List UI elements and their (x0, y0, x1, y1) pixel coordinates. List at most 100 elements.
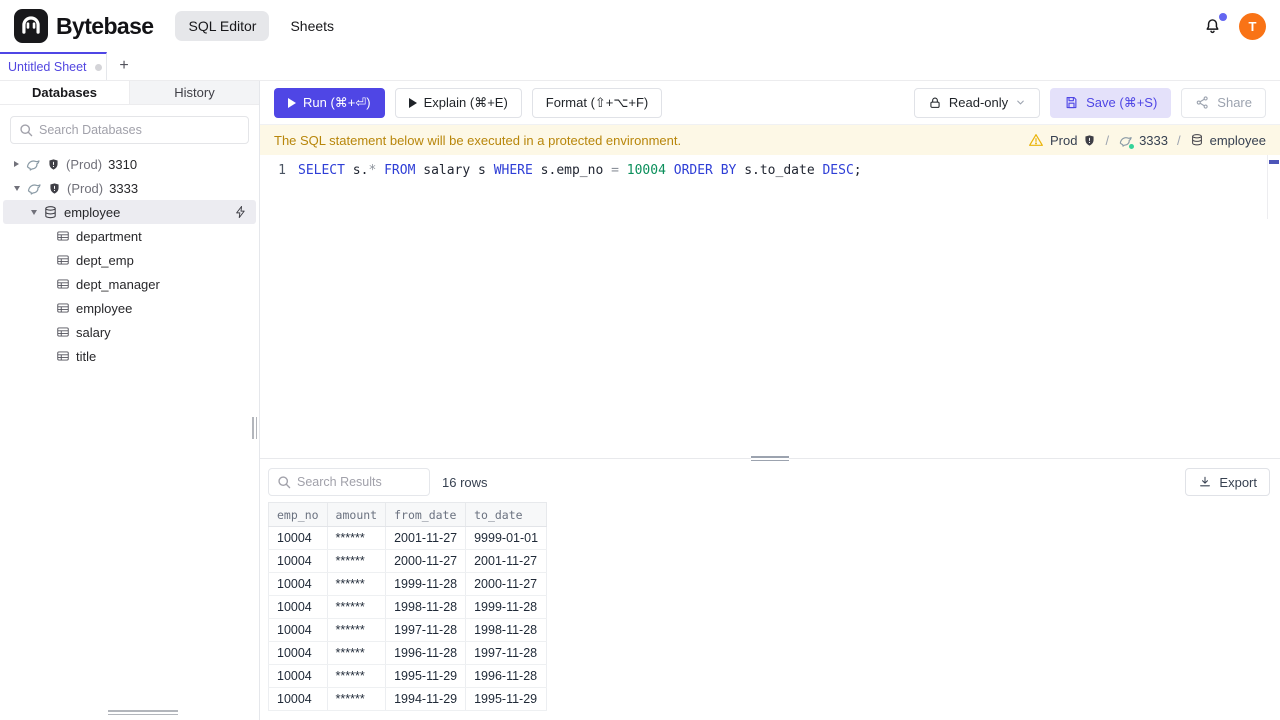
instance-label[interactable]: 3333 (1139, 133, 1168, 148)
table-cell[interactable]: 1995-11-29 (465, 687, 548, 711)
table-cell[interactable]: 1997-11-28 (385, 618, 467, 642)
table-cell[interactable]: 2001-11-27 (385, 526, 467, 550)
notifications-button[interactable] (1202, 12, 1227, 37)
chevron-down-icon (1015, 97, 1026, 108)
avatar[interactable]: T (1239, 12, 1266, 40)
table-cell[interactable]: 1999-11-28 (465, 595, 548, 619)
database-label[interactable]: employee (1210, 133, 1266, 148)
table-row[interactable]: 10004 ****** 2001-11-27 9999-01-01 (268, 526, 548, 550)
explain-button[interactable]: Explain (⌘+E) (394, 87, 522, 118)
warning-icon (1028, 132, 1044, 148)
caret-down-icon[interactable] (31, 209, 37, 215)
editor-minimap[interactable] (1267, 155, 1280, 219)
table-cell[interactable]: 2000-11-27 (465, 572, 548, 596)
shield-alert-icon (1083, 134, 1096, 147)
table-cell[interactable]: 10004 (268, 687, 328, 711)
column-header[interactable]: amount (326, 502, 387, 527)
tree-table-employee[interactable]: employee (0, 296, 259, 320)
table-cell[interactable]: ****** (326, 572, 387, 596)
mysql-icon (26, 180, 42, 196)
table-cell[interactable]: 1996-11-28 (385, 641, 467, 665)
table-cell[interactable]: 1998-11-28 (385, 595, 467, 619)
sidebar-resize-handle[interactable] (252, 417, 258, 439)
table-cell[interactable]: 1997-11-28 (465, 641, 548, 665)
new-sheet-button[interactable]: + (107, 52, 141, 80)
tab-untitled-sheet[interactable]: Untitled Sheet (0, 52, 107, 80)
table-cell[interactable]: 1999-11-28 (385, 572, 467, 596)
tree-instance-3310[interactable]: (Prod) 3310 (0, 152, 259, 176)
sql-editor-pane[interactable]: 1 SELECT s.* FROM salary s WHERE s.emp_n… (260, 155, 1280, 458)
table-cell[interactable]: ****** (326, 664, 387, 688)
column-header[interactable]: to_date (465, 502, 548, 527)
table-cell[interactable]: ****** (326, 526, 387, 550)
tree-table-dept_manager[interactable]: dept_manager (0, 272, 259, 296)
table-row[interactable]: 10004 ****** 1997-11-28 1998-11-28 (268, 618, 548, 642)
table-row[interactable]: 10004 ****** 1996-11-28 1997-11-28 (268, 641, 548, 665)
save-button[interactable]: Save (⌘+S) (1050, 87, 1172, 118)
tree-table-salary[interactable]: salary (0, 320, 259, 344)
lightning-icon[interactable] (234, 205, 248, 219)
sql-statement[interactable]: SELECT s.* FROM salary s WHERE s.emp_no … (298, 161, 862, 180)
table-cell[interactable]: 2000-11-27 (385, 549, 467, 573)
results-table: emp_no amount from_date to_date 10004 ******… (268, 502, 1280, 720)
search-results-input[interactable] (268, 468, 430, 496)
results-resize-handle[interactable] (751, 455, 789, 462)
tree-instance-3333[interactable]: (Prod) 3333 (0, 176, 259, 200)
tree-table-title[interactable]: title (0, 344, 259, 368)
nav-sql-editor[interactable]: SQL Editor (175, 11, 270, 41)
nav-sheets[interactable]: Sheets (277, 11, 347, 41)
code-line[interactable]: 1 SELECT s.* FROM salary s WHERE s.emp_n… (260, 155, 1280, 180)
table-cell[interactable]: 10004 (268, 526, 328, 550)
save-icon (1064, 95, 1079, 110)
tree-table-department[interactable]: department (0, 224, 259, 248)
table-cell[interactable]: 10004 (268, 549, 328, 573)
table-row[interactable]: 10004 ****** 1998-11-28 1999-11-28 (268, 595, 548, 619)
table-cell[interactable]: 1996-11-28 (465, 664, 548, 688)
table-icon (56, 349, 70, 363)
table-cell[interactable]: 1994-11-29 (385, 687, 467, 711)
table-row[interactable]: 10004 ****** 1999-11-28 2000-11-27 (268, 572, 548, 596)
tree-database-employee[interactable]: employee (3, 200, 256, 224)
sidebar-bottom-resize-handle[interactable] (108, 710, 178, 716)
tab-databases[interactable]: Databases (0, 81, 130, 104)
banner-message: The SQL statement below will be executed… (274, 132, 682, 148)
table-cell[interactable]: 2001-11-27 (465, 549, 548, 573)
environment-label[interactable]: Prod (1050, 133, 1077, 148)
table-row[interactable]: 10004 ****** 2000-11-27 2001-11-27 (268, 549, 548, 573)
bytebase-logo-icon (14, 9, 48, 43)
column-header[interactable]: from_date (385, 502, 467, 527)
database-icon (43, 205, 58, 220)
table-cell[interactable]: 10004 (268, 641, 328, 665)
table-cell[interactable]: ****** (326, 641, 387, 665)
play-icon (408, 97, 417, 108)
table-cell[interactable]: ****** (326, 618, 387, 642)
caret-right-icon[interactable] (14, 161, 19, 167)
run-button[interactable]: Run (⌘+⏎) (274, 87, 385, 118)
readonly-mode-button[interactable]: Read-only (913, 87, 1041, 118)
table-cell[interactable]: 10004 (268, 595, 328, 619)
table-row[interactable]: 10004 ****** 1994-11-29 1995-11-29 (268, 687, 548, 711)
table-cell[interactable]: 1995-11-29 (385, 664, 467, 688)
table-cell[interactable]: ****** (326, 549, 387, 573)
table-cell[interactable]: 1998-11-28 (465, 618, 548, 642)
search-databases-input[interactable] (10, 116, 249, 144)
database-tree: (Prod) 3310 (Prod) 3333 employee departm… (0, 152, 259, 720)
table-cell[interactable]: 10004 (268, 664, 328, 688)
table-name-label: dept_emp (76, 252, 134, 268)
table-row[interactable]: 10004 ****** 1995-11-29 1996-11-28 (268, 664, 548, 688)
table-cell[interactable]: 10004 (268, 572, 328, 596)
tab-history[interactable]: History (130, 81, 259, 104)
tree-table-dept_emp[interactable]: dept_emp (0, 248, 259, 272)
table-cell[interactable]: 9999-01-01 (465, 526, 548, 550)
table-cell[interactable]: ****** (326, 687, 387, 711)
format-button[interactable]: Format (⇧+⌥+F) (531, 87, 663, 118)
caret-down-icon[interactable] (14, 185, 20, 191)
download-icon (1198, 475, 1212, 489)
table-cell[interactable]: ****** (326, 595, 387, 619)
export-button[interactable]: Export (1185, 468, 1270, 496)
column-header[interactable]: emp_no (268, 502, 328, 527)
brand[interactable]: Bytebase (14, 9, 154, 43)
database-icon (1190, 133, 1204, 147)
table-cell[interactable]: 10004 (268, 618, 328, 642)
share-button[interactable]: Share (1181, 87, 1266, 118)
